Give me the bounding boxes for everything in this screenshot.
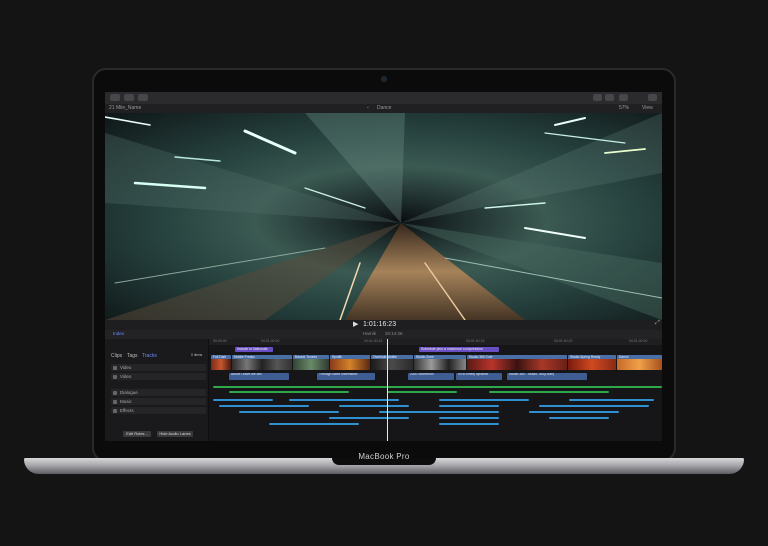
item-count: 0 items [191, 353, 203, 357]
project-duration: 20:14:26 [385, 331, 403, 336]
import-icon[interactable] [110, 94, 120, 101]
project-name: Harnik [363, 331, 377, 336]
connected-clip[interactable]: 00 to ninety dynamic [456, 373, 502, 380]
role-checkbox-icon[interactable] [113, 374, 117, 379]
camera-icon [381, 76, 387, 82]
role-label: Dialogue [120, 390, 138, 395]
audio-clip[interactable] [213, 399, 273, 401]
role-label: Music [120, 399, 132, 404]
timeline-clip[interactable]: Studio Zone [414, 355, 466, 370]
inspector-toggle-icon[interactable] [605, 94, 614, 101]
viewer-timecode: 1:01:16:23 [363, 321, 397, 328]
role-label: Video [120, 365, 132, 370]
ruler-tick: 00:01:00:15 [364, 339, 383, 343]
audio-clip[interactable] [329, 417, 409, 419]
audio-clip[interactable] [219, 405, 309, 407]
audio-clip[interactable] [529, 411, 619, 413]
viewer-frame [105, 113, 662, 320]
layout-icon[interactable] [593, 94, 602, 101]
timeline-header: Index Harnik 20:14:26 [105, 330, 662, 339]
connected-clip[interactable]: Studio 360 - Studio, Stu(Loom) [507, 373, 587, 380]
audio-lane-dialogue[interactable] [213, 386, 662, 388]
share-icon[interactable] [619, 94, 628, 101]
role-label: Video [120, 374, 132, 379]
connected-clip[interactable]: Through some information [317, 373, 375, 380]
audio-clip[interactable] [289, 399, 399, 401]
screen: 21 Mile_Name ▪ Dance 57% View ▶ 1:01:16:… [105, 92, 662, 441]
viewer-title: Dance [377, 105, 392, 111]
tab-tags[interactable]: Tags [127, 353, 138, 359]
role-checkbox-icon[interactable] [113, 365, 117, 370]
audio-clip[interactable] [489, 391, 609, 393]
role-checkbox-icon[interactable] [113, 399, 117, 404]
timeline-clip[interactable]: Dance [617, 355, 662, 370]
ruler-tick: 00:01:00:20 [629, 339, 648, 343]
timeline-clip[interactable]: Studio 360 Cole [467, 355, 567, 370]
ruler-tick: 00:01:00:15 [466, 339, 485, 343]
timeline-clip[interactable]: Mobile Freaks [232, 355, 292, 370]
timeline: 00:00:00 00:01:00:00 00:01:00:15 00:01:0… [209, 339, 662, 441]
audio-clip[interactable] [269, 423, 359, 425]
audio-clip[interactable] [439, 405, 499, 407]
timeline-clip[interactable]: Spotlik [330, 355, 370, 370]
audio-clip[interactable] [239, 411, 339, 413]
timeline-clip[interactable]: Barack Toronto [293, 355, 329, 370]
ruler-tick: 00:01:00:00 [261, 339, 280, 343]
view-menu[interactable]: View [642, 105, 653, 111]
role-row-video[interactable]: Video [111, 364, 206, 371]
playhead[interactable] [387, 339, 388, 441]
expand-icon[interactable]: ⤢ [655, 320, 660, 327]
index-button[interactable]: Index [113, 331, 124, 336]
zoom-level[interactable]: 57% [619, 105, 629, 111]
tunnel-image [105, 113, 662, 320]
audio-clip[interactable] [339, 405, 409, 407]
audio-clip[interactable] [379, 411, 499, 413]
audio-clip[interactable] [569, 399, 654, 401]
connected-clip[interactable]: 2020 Stormborn [408, 373, 454, 380]
role-row-video-2[interactable]: Video [111, 373, 206, 380]
role-checkbox-icon[interactable] [113, 408, 117, 413]
brand-label: MacBook Pro [358, 452, 410, 461]
keyword-icon[interactable] [124, 94, 134, 101]
play-icon[interactable]: ▶ [353, 320, 358, 328]
hide-audio-lanes-button[interactable]: Hide Audio Lanes [157, 431, 193, 437]
viewer-header: 21 Mile_Name ▪ Dance 57% View [105, 104, 662, 113]
tab-tracks[interactable]: Tracks [142, 353, 157, 359]
timeline-clip[interactable]: Full Dark [211, 355, 231, 370]
background-tasks-icon[interactable] [138, 94, 148, 101]
title-chip[interactable]: Schedule plus a maximum compression [419, 347, 499, 352]
library-name: 21 Mile_Name [109, 105, 142, 111]
role-checkbox-icon[interactable] [113, 390, 117, 395]
title-chip[interactable]: Include in Nationals [235, 347, 273, 352]
tab-clips[interactable]: Clips [111, 353, 122, 359]
audio-clip[interactable] [549, 417, 609, 419]
edit-roles-button[interactable]: Edit Roles... [123, 431, 151, 437]
role-row-music[interactable]: Music [111, 398, 206, 405]
clapper-icon: ▪ [367, 105, 369, 111]
role-row-effects[interactable]: Effects [111, 407, 206, 414]
audio-clip[interactable] [539, 405, 649, 407]
connected-clip[interactable]: Above Leave the Mill [229, 373, 289, 380]
timeline-clip[interactable]: Overlook Mobile [371, 355, 413, 370]
ruler-tick: 00:00:00 [213, 339, 227, 343]
audio-clip[interactable] [439, 399, 529, 401]
fullscreen-icon[interactable] [648, 94, 657, 101]
role-label: Effects [120, 408, 134, 413]
audio-clip[interactable] [229, 391, 349, 393]
timeline-clip[interactable]: Studio Spring Ready [568, 355, 616, 370]
viewer-controls: ▶ 1:01:16:23 ⤢ [105, 320, 662, 330]
timecode-ruler: 00:00:00 00:01:00:00 00:01:00:15 00:01:0… [209, 339, 662, 345]
audio-clip[interactable] [439, 423, 499, 425]
audio-clip[interactable] [387, 391, 457, 393]
role-row-dialogue[interactable]: Dialogue [111, 389, 206, 396]
ruler-tick: 00:01:00:20 [554, 339, 573, 343]
library-sidebar: Clips Tags Tracks 0 items Video Video Di… [105, 339, 209, 441]
audio-clip[interactable] [439, 417, 499, 419]
